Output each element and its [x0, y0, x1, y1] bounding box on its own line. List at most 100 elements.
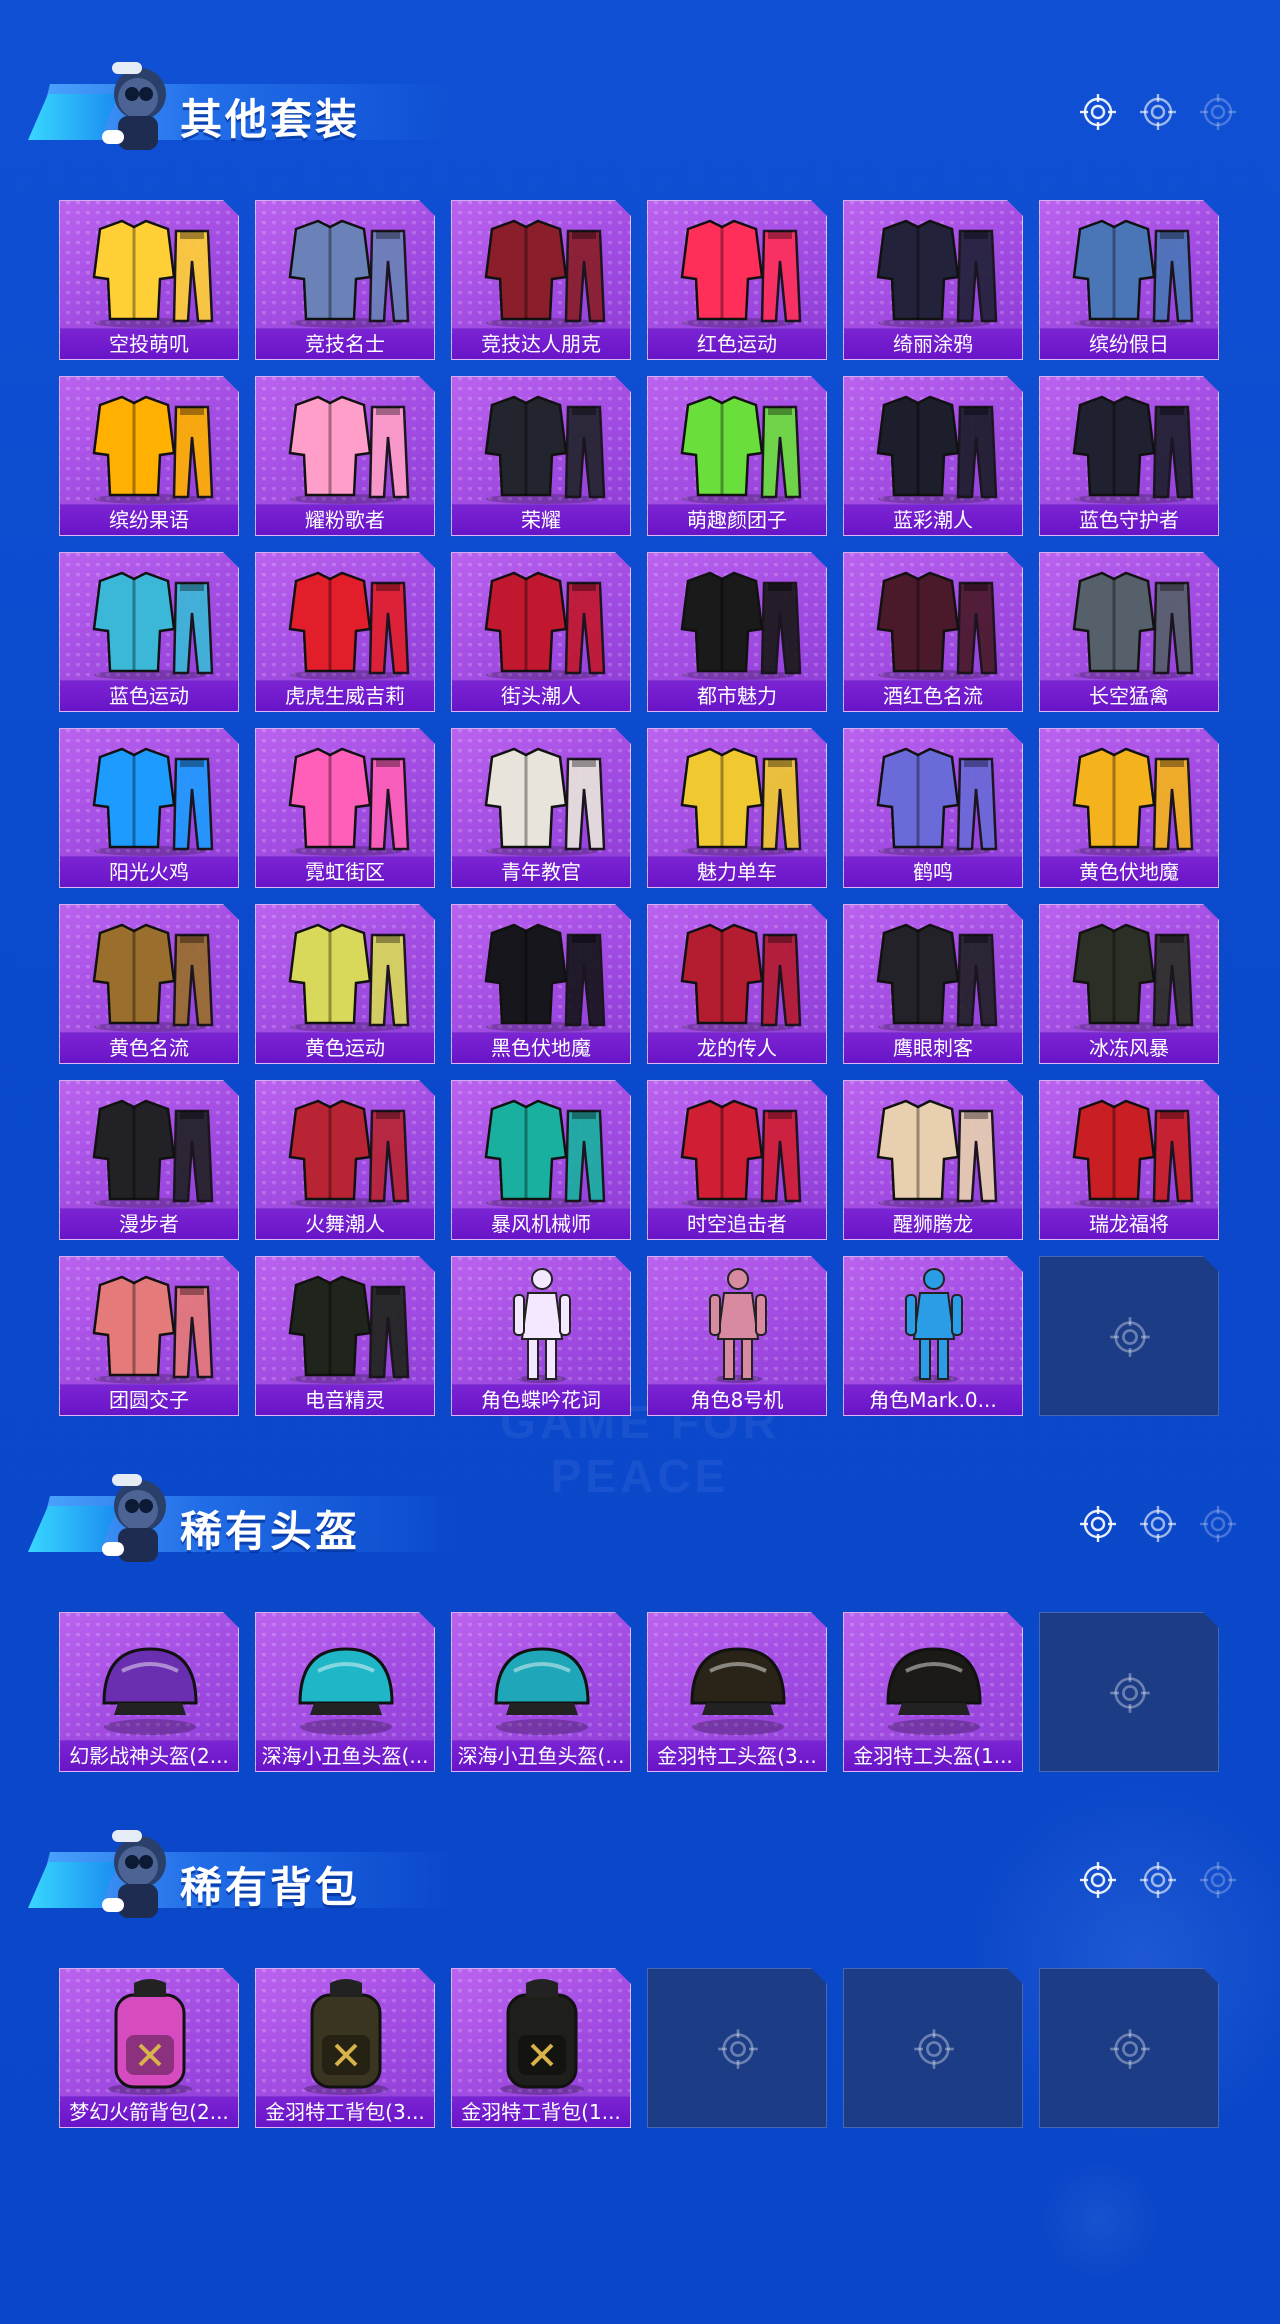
item-label: 团圆交子 [60, 1384, 238, 1415]
item-card[interactable]: 鹤鸣 [843, 728, 1023, 888]
item-card[interactable]: 时空追击者 [647, 1080, 827, 1240]
figure-icon [658, 1263, 818, 1385]
item-card[interactable]: 醒狮腾龙 [843, 1080, 1023, 1240]
item-card[interactable]: 竞技达人朋克 [451, 200, 631, 360]
outfit-icon [266, 911, 426, 1033]
item-card[interactable]: 黄色名流 [59, 904, 239, 1064]
outfit-icon [854, 559, 1014, 681]
header-deco-icons [1078, 1504, 1238, 1544]
item-card[interactable]: 耀粉歌者 [255, 376, 435, 536]
empty-slot [1039, 1612, 1219, 1772]
item-card[interactable]: 黄色运动 [255, 904, 435, 1064]
helmet-icon [462, 1619, 622, 1741]
item-label: 幻影战神头盔(2... [60, 1740, 238, 1771]
item-label: 金羽特工头盔(3... [648, 1740, 826, 1771]
item-card[interactable]: 金羽特工头盔(1... [843, 1612, 1023, 1772]
outfit-icon [70, 383, 230, 505]
item-label: 黄色伏地魔 [1040, 856, 1218, 887]
outfit-icon [1050, 207, 1210, 329]
item-label: 萌趣颜团子 [648, 504, 826, 535]
item-label: 荣耀 [452, 504, 630, 535]
item-card[interactable]: 蓝色运动 [59, 552, 239, 712]
item-card[interactable]: 萌趣颜团子 [647, 376, 827, 536]
item-card[interactable]: 电音精灵 [255, 1256, 435, 1416]
outfit-icon [70, 735, 230, 857]
item-card[interactable]: 魅力单车 [647, 728, 827, 888]
item-card[interactable]: 角色8号机 [647, 1256, 827, 1416]
item-card[interactable]: 火舞潮人 [255, 1080, 435, 1240]
item-card[interactable]: 冰冻风暴 [1039, 904, 1219, 1064]
item-card[interactable]: 深海小丑鱼头盔(... [255, 1612, 435, 1772]
item-card[interactable]: 团圆交子 [59, 1256, 239, 1416]
item-card[interactable]: 红色运动 [647, 200, 827, 360]
item-card[interactable]: 阳光火鸡 [59, 728, 239, 888]
crosshair-icon [1138, 1504, 1178, 1544]
item-card[interactable]: 蓝色守护者 [1039, 376, 1219, 536]
item-card[interactable]: 竞技名士 [255, 200, 435, 360]
item-label: 冰冻风暴 [1040, 1032, 1218, 1063]
item-label: 醒狮腾龙 [844, 1208, 1022, 1239]
item-card[interactable]: 都市魅力 [647, 552, 827, 712]
crosshair-icon [1108, 1671, 1152, 1715]
section-header: 稀有背包 [28, 1822, 458, 1932]
crosshair-icon [1078, 1504, 1118, 1544]
item-card[interactable]: 鹰眼刺客 [843, 904, 1023, 1064]
backpack-icon [70, 1975, 230, 2097]
item-label: 绮丽涂鸦 [844, 328, 1022, 359]
item-card[interactable]: 荣耀 [451, 376, 631, 536]
item-card[interactable]: 瑞龙福将 [1039, 1080, 1219, 1240]
item-card[interactable]: 金羽特工头盔(3... [647, 1612, 827, 1772]
item-label: 梦幻火箭背包(2... [60, 2096, 238, 2127]
figure-icon [462, 1263, 622, 1385]
outfit-icon [70, 207, 230, 329]
item-label: 火舞潮人 [256, 1208, 434, 1239]
empty-slot [647, 1968, 827, 2128]
item-label: 红色运动 [648, 328, 826, 359]
crosshair-icon [1078, 92, 1118, 132]
item-card[interactable]: 梦幻火箭背包(2... [59, 1968, 239, 2128]
item-card[interactable]: 酒红色名流 [843, 552, 1023, 712]
item-card[interactable]: 幻影战神头盔(2... [59, 1612, 239, 1772]
figure-icon [854, 1263, 1014, 1385]
item-card[interactable]: 绮丽涂鸦 [843, 200, 1023, 360]
outfit-icon [1050, 383, 1210, 505]
item-label: 霓虹街区 [256, 856, 434, 887]
item-card[interactable]: 金羽特工背包(3... [255, 1968, 435, 2128]
mascot-icon [102, 1474, 166, 1562]
item-card[interactable]: 漫步者 [59, 1080, 239, 1240]
item-card[interactable]: 缤纷假日 [1039, 200, 1219, 360]
empty-slot [1039, 1256, 1219, 1416]
item-card[interactable]: 龙的传人 [647, 904, 827, 1064]
item-card[interactable]: 深海小丑鱼头盔(... [451, 1612, 631, 1772]
item-card[interactable]: 长空猛禽 [1039, 552, 1219, 712]
item-label: 深海小丑鱼头盔(... [452, 1740, 630, 1771]
item-card[interactable]: 青年教官 [451, 728, 631, 888]
item-label: 金羽特工背包(3... [256, 2096, 434, 2127]
background-glow [1040, 2160, 1160, 2280]
item-card[interactable]: 黑色伏地魔 [451, 904, 631, 1064]
item-card[interactable]: 空投萌叽 [59, 200, 239, 360]
item-card[interactable]: 角色蝶吟花词 [451, 1256, 631, 1416]
item-card[interactable]: 虎虎生威吉莉 [255, 552, 435, 712]
outfit-icon [462, 735, 622, 857]
crosshair-icon [1108, 2027, 1152, 2071]
outfit-icon [658, 911, 818, 1033]
header-deco-icons [1078, 92, 1238, 132]
item-card[interactable]: 蓝彩潮人 [843, 376, 1023, 536]
item-card[interactable]: 霓虹街区 [255, 728, 435, 888]
item-card[interactable]: 角色Mark.0... [843, 1256, 1023, 1416]
mascot-icon [102, 1830, 166, 1918]
item-card[interactable]: 街头潮人 [451, 552, 631, 712]
item-label: 黄色运动 [256, 1032, 434, 1063]
item-label: 空投萌叽 [60, 328, 238, 359]
item-card[interactable]: 暴风机械师 [451, 1080, 631, 1240]
item-label: 青年教官 [452, 856, 630, 887]
crosshair-icon [1198, 1504, 1238, 1544]
outfit-icon [266, 735, 426, 857]
item-label: 长空猛禽 [1040, 680, 1218, 711]
item-card[interactable]: 缤纷果语 [59, 376, 239, 536]
crosshair-icon [1138, 1860, 1178, 1900]
item-label: 缤纷果语 [60, 504, 238, 535]
item-card[interactable]: 金羽特工背包(1... [451, 1968, 631, 2128]
item-card[interactable]: 黄色伏地魔 [1039, 728, 1219, 888]
